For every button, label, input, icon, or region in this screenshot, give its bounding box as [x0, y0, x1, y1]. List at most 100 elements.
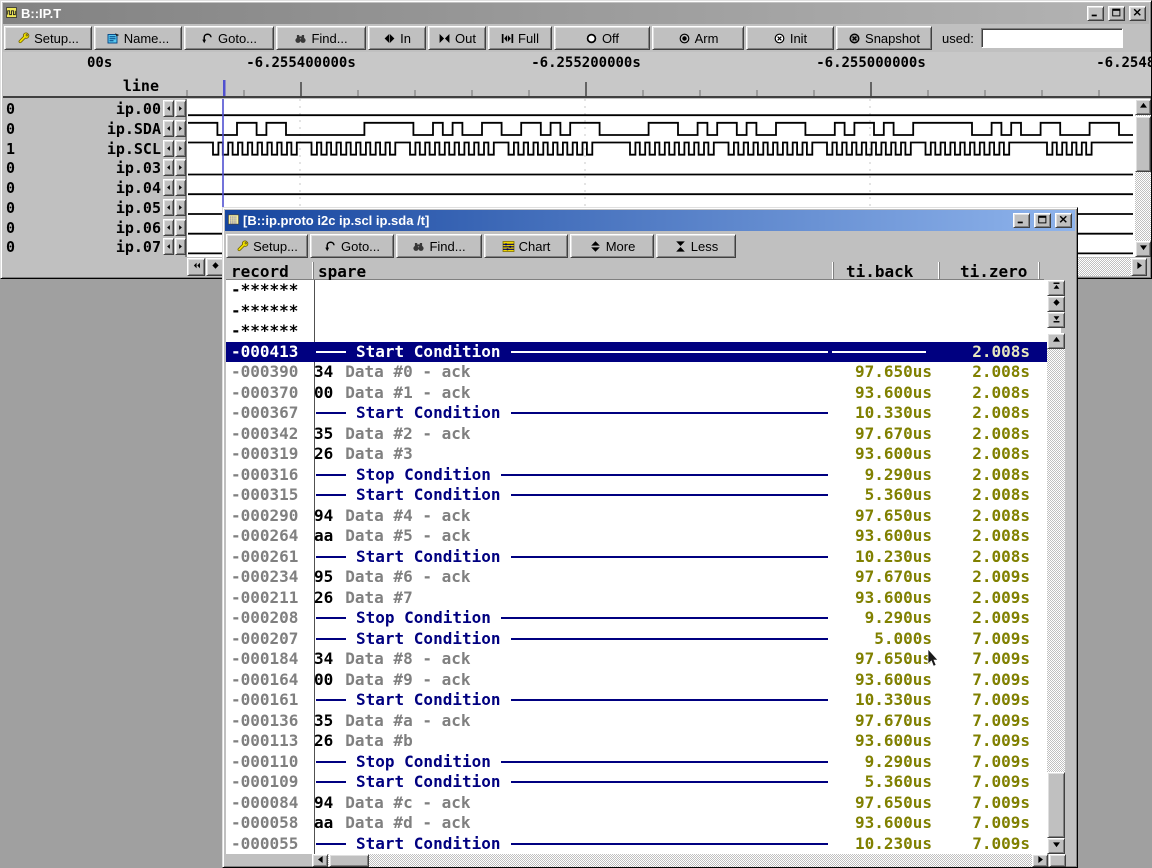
arm-button[interactable]: Arm — [652, 26, 744, 50]
table-row[interactable]: -00031926Data #393.600us2.008s — [226, 444, 1061, 465]
table-row[interactable]: -000110Stop Condition9.290us7.009s — [226, 752, 1061, 773]
signal-scroll-right-button[interactable] — [175, 179, 186, 196]
table-row[interactable]: -00011326Data #b93.600us7.009s — [226, 731, 1061, 752]
scroll-track[interactable] — [1047, 349, 1065, 838]
record-number: -000261 — [226, 547, 310, 568]
zoom-out-button[interactable]: Out — [428, 26, 486, 50]
scroll-up-button[interactable] — [1047, 333, 1065, 349]
table-row[interactable]: -00008494Data #c - ack97.650us7.009s — [226, 793, 1061, 814]
protocol-vertical-scrollbar[interactable] — [1047, 280, 1065, 854]
zoom-full-button[interactable]: Full — [488, 26, 552, 50]
table-row[interactable]: -00021126Data #793.600us2.009s — [226, 588, 1061, 609]
column-header-ti-back[interactable]: ti.back — [834, 262, 940, 279]
find-button[interactable]: Find... — [396, 234, 482, 258]
zoom-in-button[interactable]: In — [368, 26, 426, 50]
signal-scroll-left-button[interactable] — [163, 219, 174, 236]
signal-scroll-left-button[interactable] — [163, 140, 174, 157]
scroll-right-button[interactable] — [1131, 258, 1147, 276]
table-row[interactable]: -000315Start Condition5.360us2.008s — [226, 485, 1061, 506]
name-button[interactable]: Name... — [94, 26, 182, 50]
table-row[interactable]: -000367Start Condition10.330us2.008s — [226, 403, 1061, 424]
condition-text: Start Condition — [354, 547, 503, 568]
signal-scroll-right-button[interactable] — [175, 238, 186, 255]
goto-button[interactable]: Goto... — [310, 234, 394, 258]
init-button[interactable]: Init — [746, 26, 834, 50]
off-button[interactable]: Off — [554, 26, 650, 50]
scroll-left-button[interactable] — [312, 854, 328, 867]
close-button[interactable] — [1055, 213, 1072, 228]
signal-scroll-right-button[interactable] — [175, 159, 186, 176]
used-field[interactable] — [981, 28, 1123, 48]
scroll-thumb[interactable] — [1135, 116, 1151, 172]
signal-scroll-right-button[interactable] — [175, 140, 186, 157]
scroll-double-left-button[interactable] — [187, 258, 205, 276]
less-button[interactable]: Less — [656, 234, 736, 258]
table-row[interactable]: -00016400Data #9 - ack93.600us7.009s — [226, 670, 1061, 691]
setup-button[interactable]: Setup... — [226, 234, 308, 258]
scroll-right-button[interactable] — [1032, 854, 1048, 867]
spin-left-icon — [164, 183, 173, 192]
table-row[interactable]: -00037000Data #1 - ack93.600us2.008s — [226, 383, 1061, 404]
table-row[interactable]: -000208Stop Condition9.290us2.009s — [226, 608, 1061, 629]
signal-scroll-left-button[interactable] — [163, 159, 174, 176]
table-row[interactable]: -000161Start Condition10.330us7.009s — [226, 690, 1061, 711]
minimize-button[interactable] — [1087, 6, 1104, 21]
find-button[interactable]: Find... — [276, 26, 366, 50]
table-row[interactable]: -000109Start Condition5.360us7.009s — [226, 772, 1061, 793]
scroll-up-button[interactable] — [1135, 99, 1151, 115]
resize-grip[interactable] — [1049, 854, 1066, 867]
goto-button-label: Goto... — [218, 31, 257, 46]
table-row[interactable]: -00034235Data #2 - ack97.670us2.008s — [226, 424, 1061, 445]
ti-back-cell: 93.600us — [828, 526, 932, 547]
signal-scroll-right-button[interactable] — [175, 219, 186, 236]
column-header-ti-zero[interactable]: ti.zero — [940, 262, 1040, 279]
column-header-record[interactable]: record — [226, 262, 314, 279]
goto-first-button[interactable] — [1047, 280, 1065, 296]
table-row[interactable]: -000316Stop Condition9.290us2.008s — [226, 465, 1061, 486]
protocol-window-title: [B::ip.proto i2c ip.scl ip.sda /t] — [243, 213, 1009, 228]
table-row[interactable]: -000207Start Condition5.000s7.009s — [226, 629, 1061, 650]
table-row[interactable]: -****** — [226, 301, 1061, 322]
signal-scroll-left-button[interactable] — [163, 179, 174, 196]
scroll-thumb[interactable] — [329, 854, 369, 867]
minimize-button[interactable] — [1013, 213, 1030, 228]
column-header-spare[interactable]: spare — [314, 262, 834, 279]
table-row[interactable]: -00013635Data #a - ack97.670us7.009s — [226, 711, 1061, 732]
scroll-down-button[interactable] — [1047, 838, 1065, 854]
table-row[interactable]: -****** — [226, 321, 1061, 342]
goto-last-button[interactable] — [1047, 312, 1065, 328]
signal-scroll-right-button[interactable] — [175, 120, 186, 137]
table-row[interactable]: -00023495Data #6 - ack97.670us2.009s — [226, 567, 1061, 588]
minimize-icon — [1090, 7, 1101, 18]
table-row[interactable]: -00039034Data #0 - ack97.650us2.008s — [226, 362, 1061, 383]
more-button[interactable]: More — [570, 234, 654, 258]
spare-cell: 34Data #8 - ack — [310, 649, 828, 670]
record-number: -000367 — [226, 403, 310, 424]
signal-scroll-left-button[interactable] — [163, 120, 174, 137]
table-row[interactable]: -000261Start Condition10.230us2.008s — [226, 547, 1061, 568]
table-row[interactable]: -****** — [226, 280, 1061, 301]
close-button[interactable] — [1129, 6, 1146, 21]
signal-scroll-left-button[interactable] — [163, 238, 174, 255]
setup-button[interactable]: Setup... — [4, 26, 92, 50]
table-row[interactable]: -000058aaData #d - ack93.600us7.009s — [226, 813, 1061, 834]
snapshot-button[interactable]: Snapshot — [836, 26, 932, 50]
table-row[interactable]: -00029094Data #4 - ack97.650us2.008s — [226, 506, 1061, 527]
table-row[interactable]: -000264aaData #5 - ack93.600us2.008s — [226, 526, 1061, 547]
table-row[interactable]: -000055Start Condition10.230us7.009s — [226, 834, 1061, 855]
waveform-window-icon — [6, 7, 17, 18]
chart-button[interactable]: Chart — [484, 234, 568, 258]
table-row[interactable]: -000413Start Condition2.008s — [226, 342, 1061, 363]
scroll-thumb[interactable] — [1047, 772, 1065, 838]
scroll-track[interactable] — [328, 854, 1032, 867]
maximize-button[interactable] — [1108, 6, 1125, 21]
signal-scroll-right-button[interactable] — [175, 199, 186, 216]
goto-button[interactable]: Goto... — [184, 26, 274, 50]
signal-scroll-left-button[interactable] — [163, 199, 174, 216]
signal-scroll-left-button[interactable] — [163, 100, 174, 117]
goto-ref-button[interactable] — [1047, 296, 1065, 312]
trace-vertical-scrollbar[interactable] — [1135, 99, 1151, 257]
scroll-down-button[interactable] — [1135, 241, 1151, 257]
signal-scroll-right-button[interactable] — [175, 100, 186, 117]
maximize-button[interactable] — [1034, 213, 1051, 228]
